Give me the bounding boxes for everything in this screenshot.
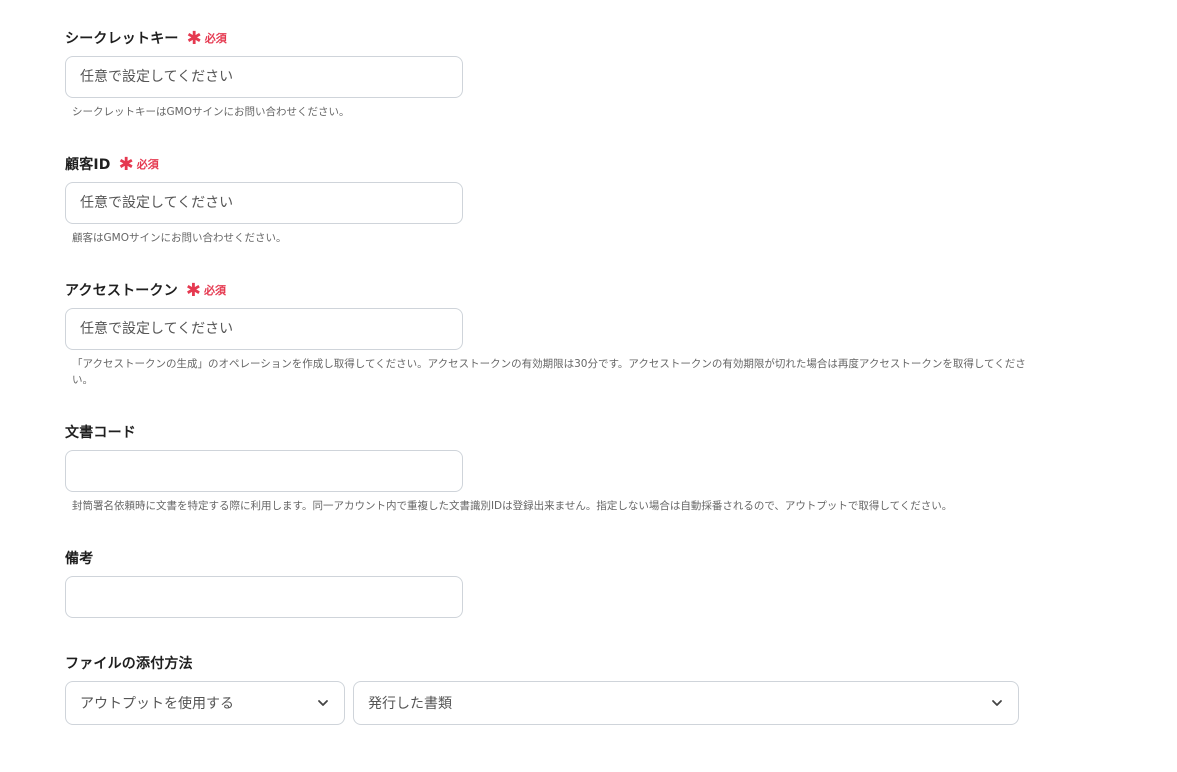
access-token-label-row: アクセストークン ✱ 必須 (65, 280, 226, 300)
customer-id-input[interactable] (65, 182, 463, 224)
document-code-input[interactable] (65, 450, 463, 492)
access-token-help: 「アクセストークンの生成」のオペレーションを作成し取得してください。アクセストー… (72, 358, 1026, 386)
remarks-label: 備考 (65, 551, 94, 567)
chevron-down-icon (992, 700, 1002, 706)
required-text: 必須 (204, 32, 227, 45)
asterisk-icon: ✱ (185, 280, 201, 301)
customer-id-label-row: 顧客ID ✱ 必須 (65, 154, 159, 174)
document-code-label-row: 文書コード (65, 422, 136, 442)
asterisk-icon: ✱ (118, 154, 134, 175)
customer-id-help: 顧客はGMOサインにお問い合わせください。 (72, 232, 287, 244)
attachment-method-selects: アウトプットを使用する 発行した書類 (65, 681, 1065, 725)
asterisk-icon: ✱ (186, 28, 202, 49)
access-token-label: アクセストークン (65, 283, 178, 299)
access-token-input[interactable] (65, 308, 463, 350)
attachment-method-label: ファイルの添付方法 (65, 656, 193, 672)
attachment-output-value: 発行した書類 (368, 696, 452, 712)
required-indicator: ✱ 必須 (186, 28, 227, 49)
attachment-method-label-row: ファイルの添付方法 (65, 653, 193, 673)
attachment-output-select[interactable]: 発行した書類 (353, 681, 1019, 725)
required-text: 必須 (136, 158, 159, 171)
chevron-down-icon (318, 700, 328, 706)
secret-key-input[interactable] (65, 56, 463, 98)
remarks-label-row: 備考 (65, 548, 93, 568)
attachment-source-value: アウトプットを使用する (80, 696, 234, 712)
document-code-label: 文書コード (65, 425, 136, 441)
attachment-source-select[interactable]: アウトプットを使用する (65, 681, 345, 725)
remarks-input[interactable] (65, 576, 463, 618)
secret-key-help: シークレットキーはGMOサインにお問い合わせください。 (72, 106, 350, 118)
secret-key-label: シークレットキー (65, 31, 179, 47)
required-text: 必須 (204, 284, 226, 297)
document-code-help: 封筒署名依頼時に文書を特定する際に利用します。同一アカウント内で重複した文書識別… (72, 500, 953, 512)
required-indicator: ✱ 必須 (118, 154, 159, 175)
secret-key-label-row: シークレットキー ✱ 必須 (65, 28, 227, 48)
customer-id-label: 顧客ID (65, 157, 111, 173)
required-indicator: ✱ 必須 (185, 280, 226, 301)
